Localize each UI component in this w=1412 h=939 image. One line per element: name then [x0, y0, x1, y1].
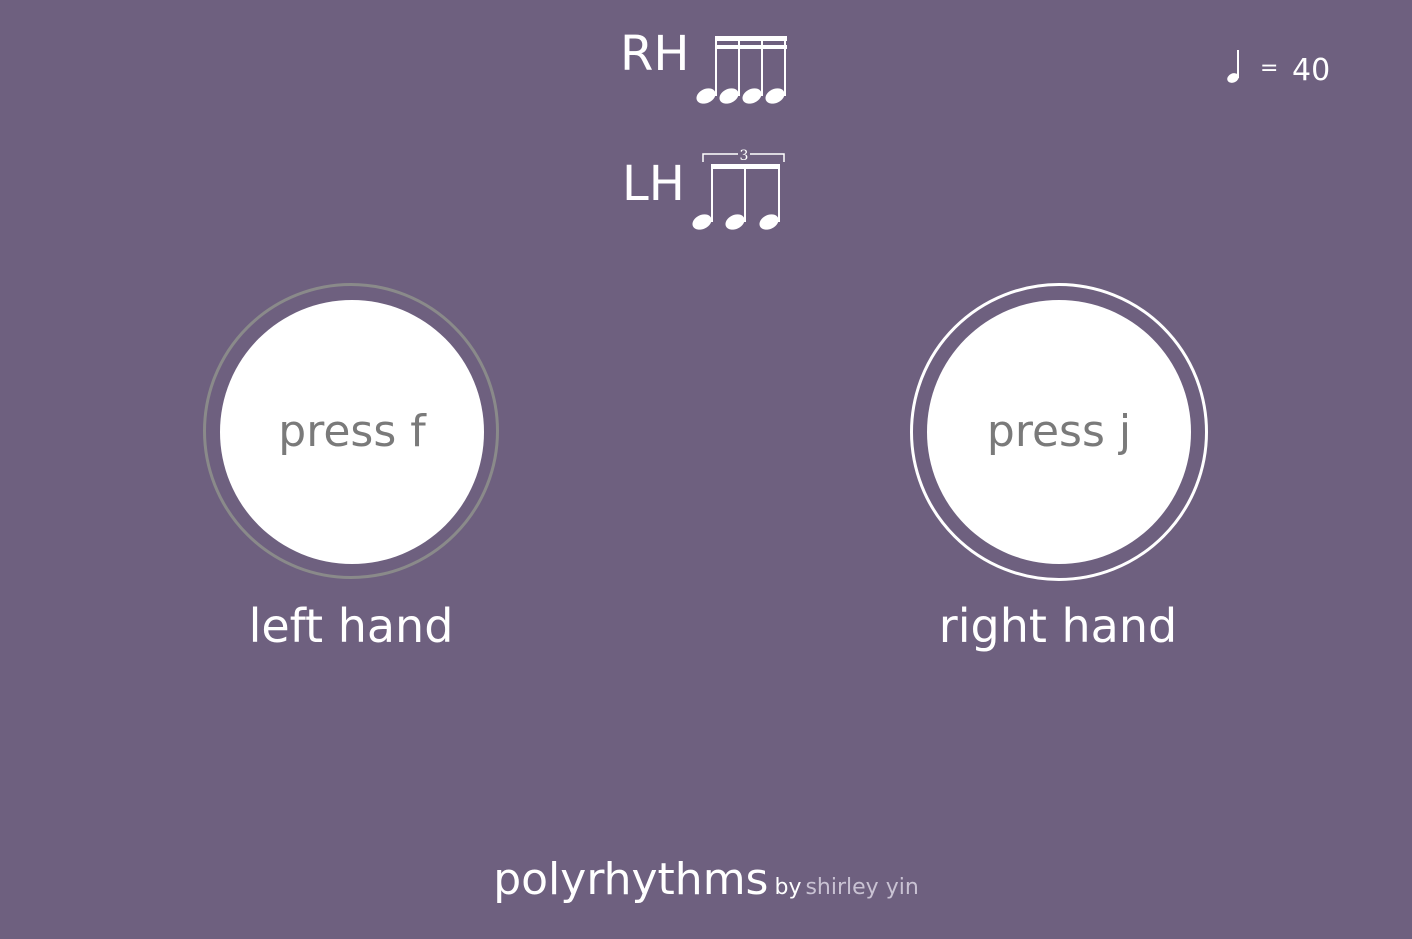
eighth-note-triplet-icon: 3 [692, 148, 785, 230]
tempo-marking: = 40 [1222, 46, 1352, 90]
right-hand-pad-area: press j [910, 283, 1210, 583]
right-hand-pad-button[interactable]: press j [927, 300, 1191, 564]
author-link[interactable]: shirley yin [805, 875, 918, 900]
app-title: polyrhythms [493, 854, 769, 905]
left-hand-caption: left hand [248, 599, 454, 653]
right-pad-prompt: press j [986, 406, 1132, 457]
tempo-equals: = [1260, 56, 1279, 81]
lh-label: LH [622, 156, 685, 212]
left-pad-prompt: press f [278, 406, 426, 457]
left-hand-pad-area: press f [203, 283, 503, 583]
quarter-note-icon [1227, 50, 1239, 83]
left-hand-pad-button[interactable]: press f [220, 300, 484, 564]
sixteenth-notes-icon [696, 36, 787, 104]
tuplet-number: 3 [740, 148, 749, 164]
footer: polyrhythms by shirley yin [0, 854, 1412, 905]
rh-label: RH [620, 26, 690, 82]
right-hand-caption: right hand [938, 599, 1178, 653]
tempo-bpm: 40 [1292, 53, 1331, 88]
footer-by: by [774, 875, 802, 900]
